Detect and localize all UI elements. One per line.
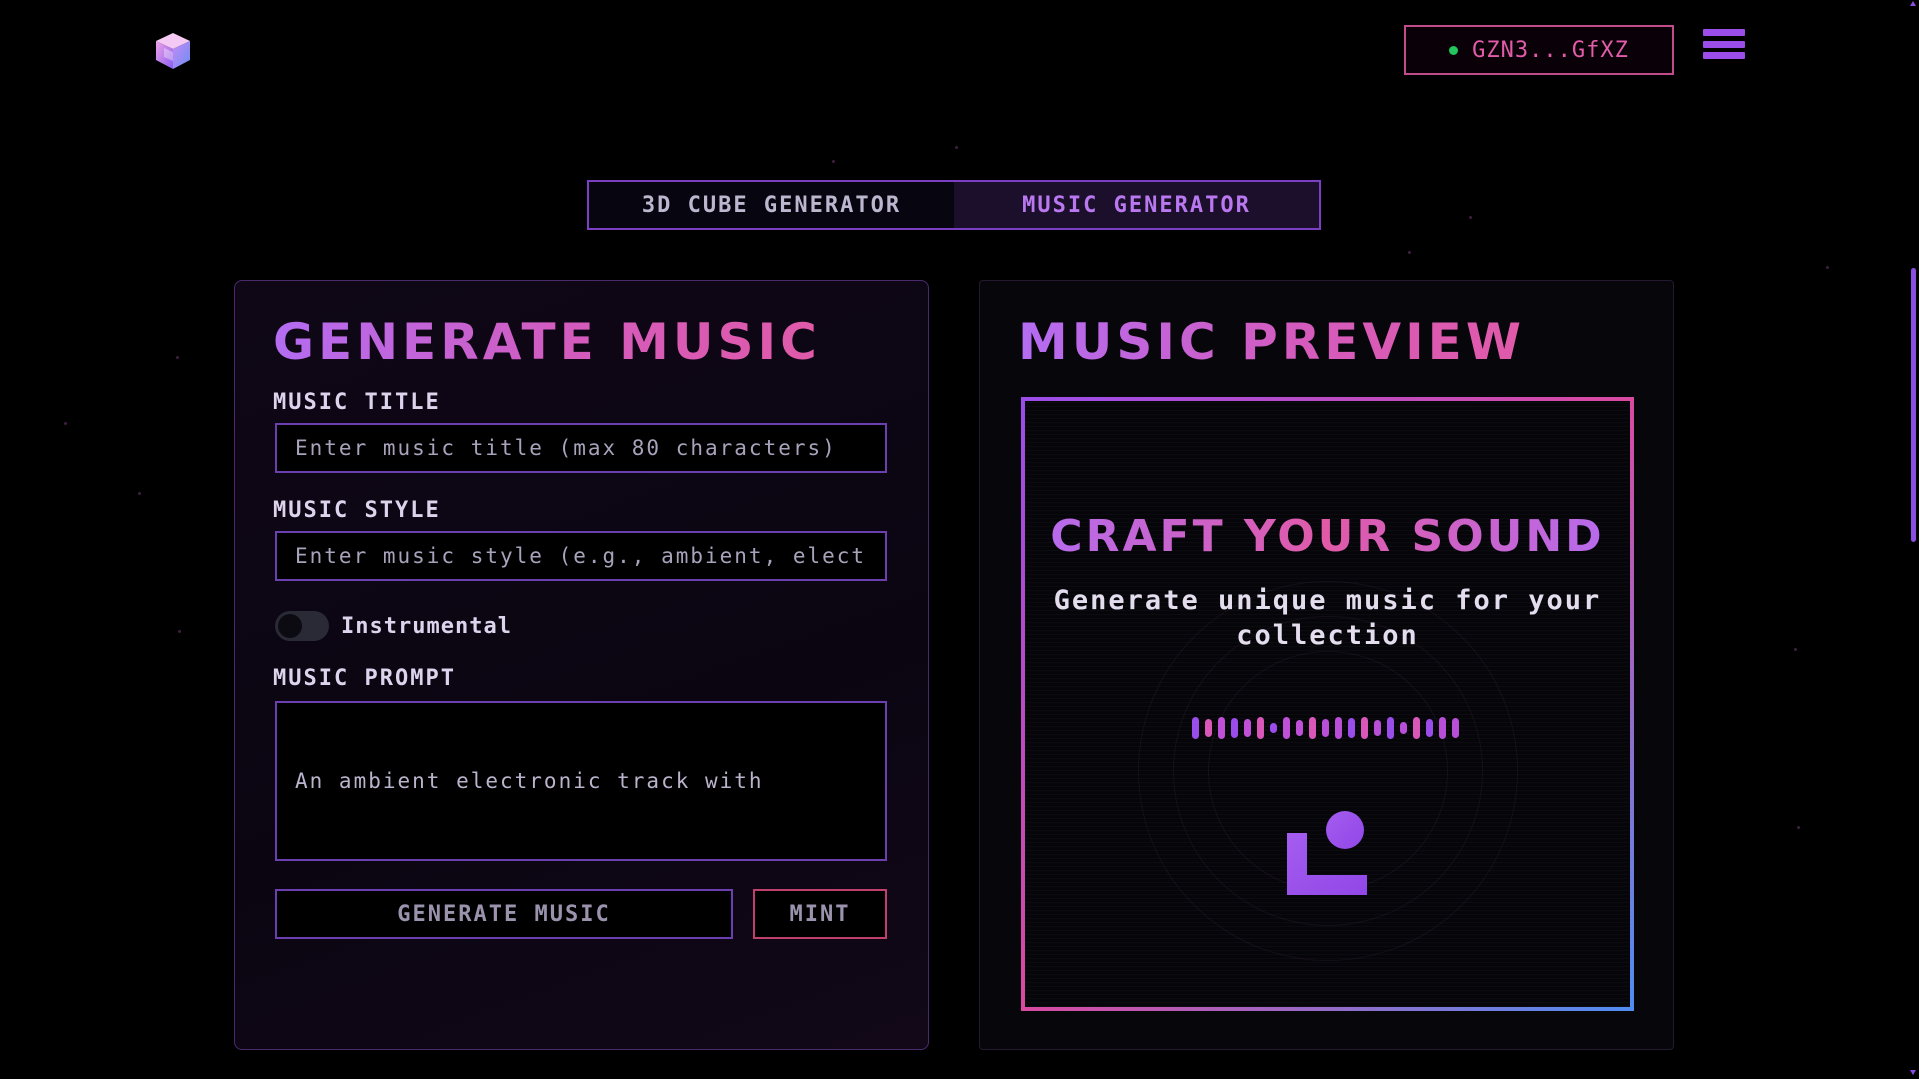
wallet-address: GZN3...GfXZ [1472,37,1629,63]
generator-tabs: 3D CUBE GENERATOR MUSIC GENERATOR [587,180,1321,230]
waveform-bar [1243,719,1251,737]
wallet-status-dot [1449,45,1459,55]
waveform-bar [1217,717,1225,739]
background-star [1408,251,1411,254]
music-prompt-text: An ambient electronic track with [295,769,764,793]
waveform-bar [1269,723,1277,733]
waveform-bar [1230,718,1238,738]
waveform-bar [1399,722,1407,734]
generate-music-panel: GENERATE MUSIC MUSIC TITLE MUSIC STYLE I… [234,280,929,1050]
waveform-bar [1425,719,1433,737]
tab-3d-cube-generator[interactable]: 3D CUBE GENERATOR [589,182,954,228]
background-star [1797,826,1800,829]
waveform-bar [1308,717,1316,739]
generate-music-button[interactable]: GENERATE MUSIC [275,889,733,939]
music-prompt-textarea[interactable]: An ambient electronic track with [275,701,887,861]
instrumental-row: Instrumental [275,611,512,641]
waveform-bar [1347,718,1355,738]
waveform-bar [1282,717,1290,739]
tab-music-generator[interactable]: MUSIC GENERATOR [954,182,1319,228]
generate-music-title: GENERATE MUSIC [273,313,821,371]
page: GZN3...GfXZ 3D CUBE GENERATOR MUSIC GENE… [0,0,1919,1079]
music-style-label: MUSIC STYLE [273,498,441,523]
scroll-up-arrow-icon[interactable] [1910,0,1916,6]
craft-your-sound-heading: CRAFT YOUR SOUND [1025,511,1630,562]
waveform-bar [1334,717,1342,739]
waveform-bar [1451,718,1459,738]
waveform-bar [1204,719,1212,737]
music-title-input[interactable] [275,423,887,473]
music-note-icon [1285,811,1369,895]
preview-canvas: CRAFT YOUR SOUND Generate unique music f… [1025,401,1630,1007]
background-star [832,160,835,163]
preview-frame: CRAFT YOUR SOUND Generate unique music f… [1021,397,1634,1011]
waveform-bar [1321,719,1329,737]
waveform-bar [1438,717,1446,739]
instrumental-label: Instrumental [341,613,512,639]
background-star [64,422,67,425]
music-prompt-label: MUSIC PROMPT [273,666,456,691]
music-preview-title: MUSIC PREVIEW [1018,313,1525,371]
background-star [138,492,141,495]
wallet-button[interactable]: GZN3...GfXZ [1404,25,1674,75]
cube-logo-icon[interactable] [152,30,194,72]
background-star [178,630,181,633]
waveform-bar [1360,717,1368,739]
waveform-bar [1191,717,1199,739]
toggle-knob [278,614,302,638]
waveform-bar [1256,717,1264,739]
background-star [955,146,958,149]
waveform-bar [1373,720,1381,736]
music-preview-panel: MUSIC PREVIEW CRAFT YOUR SOUND Generate … [979,280,1674,1050]
background-star [176,356,179,359]
instrumental-toggle[interactable] [275,611,329,641]
waveform-bar [1412,717,1420,739]
waveform-bar [1386,717,1394,739]
scroll-down-arrow-icon[interactable] [1910,1070,1916,1076]
background-star [1794,648,1797,651]
waveform-icon [1175,713,1475,743]
music-title-label: MUSIC TITLE [273,390,441,415]
hamburger-menu-icon[interactable] [1703,29,1745,59]
background-star [1469,216,1472,219]
music-style-input[interactable] [275,531,887,581]
mint-button[interactable]: MINT [753,889,887,939]
scrollbar-thumb[interactable] [1911,268,1916,542]
background-star [1826,266,1829,269]
preview-subtitle: Generate unique music for your collectio… [1053,585,1602,651]
waveform-bar [1295,720,1303,736]
